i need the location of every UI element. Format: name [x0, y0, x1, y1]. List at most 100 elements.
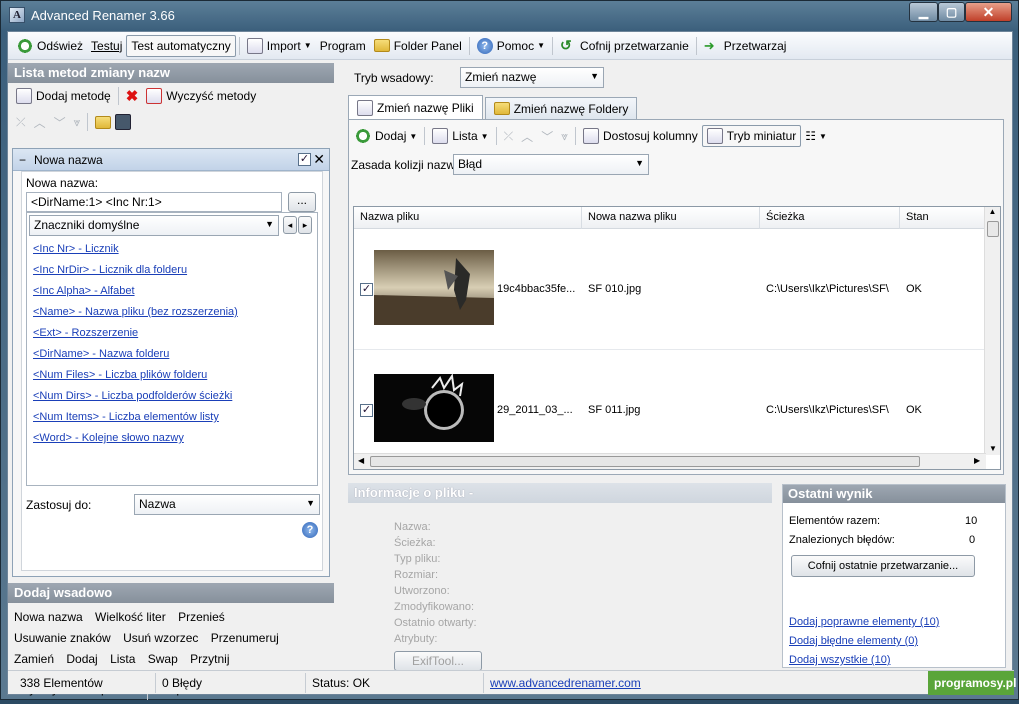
add-valid-link[interactable]: Dodaj poprawne elementy (10): [789, 616, 939, 628]
batch-item[interactable]: Przenieś: [178, 607, 225, 628]
scroll-up-icon[interactable]: ▲: [985, 207, 1000, 219]
batch-item[interactable]: Zamień: [14, 649, 54, 670]
exiftool-button[interactable]: ExifTool...: [394, 651, 482, 671]
scroll-right-icon[interactable]: ▶: [974, 456, 980, 465]
tag-list: Znaczniki domyślne ▼ ◂ ▸ <Inc Nr> - Liczn…: [26, 212, 318, 486]
thumbnail-image: [374, 250, 494, 325]
tag-link[interactable]: <Num Files> - Liczba plików folderu: [27, 365, 317, 386]
view-menu[interactable]: ☷ ▼: [801, 125, 831, 147]
batch-item[interactable]: Swap: [148, 649, 178, 670]
auto-test-button[interactable]: Test automatyczny: [126, 34, 236, 57]
last-result-panel: Ostatni wynik Elementów razem: 10 Znalez…: [782, 484, 1006, 668]
move-down-icon[interactable]: ﹀: [541, 128, 553, 145]
table-row[interactable]: ✓ 29_2011_03_... SF 011.jpg C:\Users\Ikz…: [354, 350, 986, 469]
website-link[interactable]: www.advancedrenamer.com: [490, 676, 641, 690]
move-bottom-icon[interactable]: ⩔: [74, 115, 81, 130]
tag-link[interactable]: <Num Items> - Liczba elementów listy: [27, 407, 317, 428]
column-header[interactable]: Ścieżka: [760, 207, 900, 229]
tag-link[interactable]: <Word> - Kolejne słowo nazwy: [27, 428, 317, 449]
app-window: A Advanced Renamer 3.66 ▁ ▢ ✕ Odśwież Te…: [0, 0, 1019, 700]
move-bottom-icon[interactable]: ⩔: [561, 129, 568, 144]
hscroll-thumb[interactable]: [370, 456, 920, 467]
collapse-icon[interactable]: ⤫: [504, 129, 514, 144]
close-icon[interactable]: ✕: [313, 151, 325, 168]
prev-tag-set-button[interactable]: ◂: [283, 216, 297, 234]
undo-last-button[interactable]: Cofnij ostatnie przetwarzanie...: [791, 555, 975, 577]
folder-panel-button[interactable]: Folder Panel: [370, 35, 466, 57]
tab-rename-files[interactable]: Zmień nazwę Pliki: [348, 95, 483, 119]
collision-select[interactable]: Błąd ▼: [453, 154, 649, 175]
add-all-link[interactable]: Dodaj wszystkie (10): [789, 654, 890, 666]
tag-link[interactable]: <Inc Alpha> - Alfabet: [27, 281, 317, 302]
tag-link[interactable]: <Inc Nr> - Licznik: [27, 239, 317, 260]
app-icon: A: [9, 7, 25, 23]
fit-columns-button[interactable]: Dostosuj kolumny: [579, 125, 702, 147]
column-header[interactable]: Nazwa pliku: [354, 207, 582, 229]
watermark-badge: programosy.pl: [928, 671, 1016, 695]
next-tag-set-button[interactable]: ▸: [298, 216, 312, 234]
test-button[interactable]: Testuj: [87, 35, 126, 57]
list-menu[interactable]: Lista ▼: [428, 125, 492, 147]
method-header[interactable]: − Nowa nazwa ✓ ✕: [13, 149, 329, 171]
add-files-button[interactable]: Dodaj ▼: [351, 125, 421, 147]
apply-to-select[interactable]: Nazwa ▼: [134, 494, 320, 515]
process-button[interactable]: ➜ Przetwarzaj: [700, 35, 791, 57]
horizontal-scrollbar[interactable]: ◀ ▶: [354, 453, 986, 469]
info-label: Typ pliku:: [394, 553, 441, 565]
program-menu[interactable]: Program: [316, 35, 370, 57]
add-method-button[interactable]: Dodaj metodę: [12, 85, 115, 107]
open-folder-icon[interactable]: [95, 115, 112, 129]
tag-link[interactable]: <Num Dirs> - Liczba podfolderów ścieżki: [27, 386, 317, 407]
scroll-thumb[interactable]: [987, 221, 999, 237]
tag-link[interactable]: <DirName> - Nazwa folderu: [27, 344, 317, 365]
batch-item[interactable]: Usuń wzorzec: [123, 628, 198, 649]
methods-panel: Lista metod zmiany nazw Dodaj metodę ✖ W…: [8, 63, 334, 700]
move-down-icon[interactable]: ﹀: [54, 114, 66, 131]
new-name-input[interactable]: <DirName:1> <Inc Nr:1>: [26, 192, 282, 212]
batch-item[interactable]: Przytnij: [190, 649, 229, 670]
maximize-button[interactable]: ▢: [938, 2, 965, 22]
batch-item[interactable]: Usuwanie znaków: [14, 628, 111, 649]
row-checkbox[interactable]: ✓: [360, 283, 373, 296]
batch-item[interactable]: Przenumeruj: [211, 628, 279, 649]
batch-item[interactable]: Wielkość liter: [95, 607, 166, 628]
tag-link[interactable]: <Name> - Nazwa pliku (bez rozszerzenia): [27, 302, 317, 323]
scroll-down-icon[interactable]: ▼: [985, 444, 1000, 453]
method-enabled-checkbox[interactable]: ✓: [298, 153, 311, 166]
vertical-scrollbar[interactable]: ▲ ▼: [984, 207, 1000, 455]
collapse-method-icon[interactable]: −: [19, 153, 26, 167]
minimize-button[interactable]: ▁: [909, 2, 938, 22]
column-header[interactable]: Nowa nazwa pliku: [582, 207, 760, 229]
tab-rename-folders[interactable]: Zmień nazwę Foldery: [484, 97, 638, 119]
thumbnail-image: [374, 374, 494, 442]
collapse-icon[interactable]: ⤫: [16, 115, 26, 130]
move-up-icon[interactable]: ︿: [34, 114, 46, 131]
thumbnail-mode-button[interactable]: Tryb miniatur: [701, 125, 802, 147]
clear-methods-button[interactable]: Wyczyść metody: [142, 85, 260, 107]
help-menu[interactable]: ? Pomoc ▼: [473, 35, 549, 57]
tag-link[interactable]: <Inc NrDir> - Licznik dla folderu: [27, 260, 317, 281]
import-menu[interactable]: Import ▼: [243, 35, 316, 57]
batch-item[interactable]: Nowa nazwa: [14, 607, 83, 628]
toolbar-separator: [87, 113, 89, 131]
undo-processing-button[interactable]: ↺ Cofnij przetwarzanie: [556, 35, 693, 57]
table-row[interactable]: ✓ 19c4bbac35fe... SF 010.jpg C:\Users\Ik…: [354, 229, 986, 350]
new-file-name: SF 010.jpg: [588, 283, 642, 295]
delete-icon[interactable]: ✖: [126, 87, 139, 105]
refresh-button[interactable]: Odśwież: [13, 35, 87, 57]
batch-mode-select[interactable]: Zmień nazwę ▼: [460, 67, 604, 88]
column-header[interactable]: Stan: [900, 207, 986, 229]
move-up-icon[interactable]: ︿: [521, 128, 533, 145]
browse-button[interactable]: ...: [288, 192, 316, 212]
batch-item[interactable]: Dodaj: [66, 649, 97, 670]
tag-set-select[interactable]: Znaczniki domyślne ▼: [29, 215, 279, 236]
close-button[interactable]: ✕: [965, 2, 1012, 22]
batch-item[interactable]: Lista: [110, 649, 135, 670]
method-nowa-nazwa: − Nowa nazwa ✓ ✕ Nowa nazwa: <DirName:1>…: [12, 148, 330, 577]
add-errors-link[interactable]: Dodaj błędne elementy (0): [789, 635, 918, 647]
scroll-left-icon[interactable]: ◀: [358, 456, 364, 465]
save-icon[interactable]: [115, 114, 132, 130]
tag-link[interactable]: <Ext> - Rozszerzenie: [27, 323, 317, 344]
row-checkbox[interactable]: ✓: [360, 404, 373, 417]
help-icon[interactable]: ?: [302, 522, 318, 538]
